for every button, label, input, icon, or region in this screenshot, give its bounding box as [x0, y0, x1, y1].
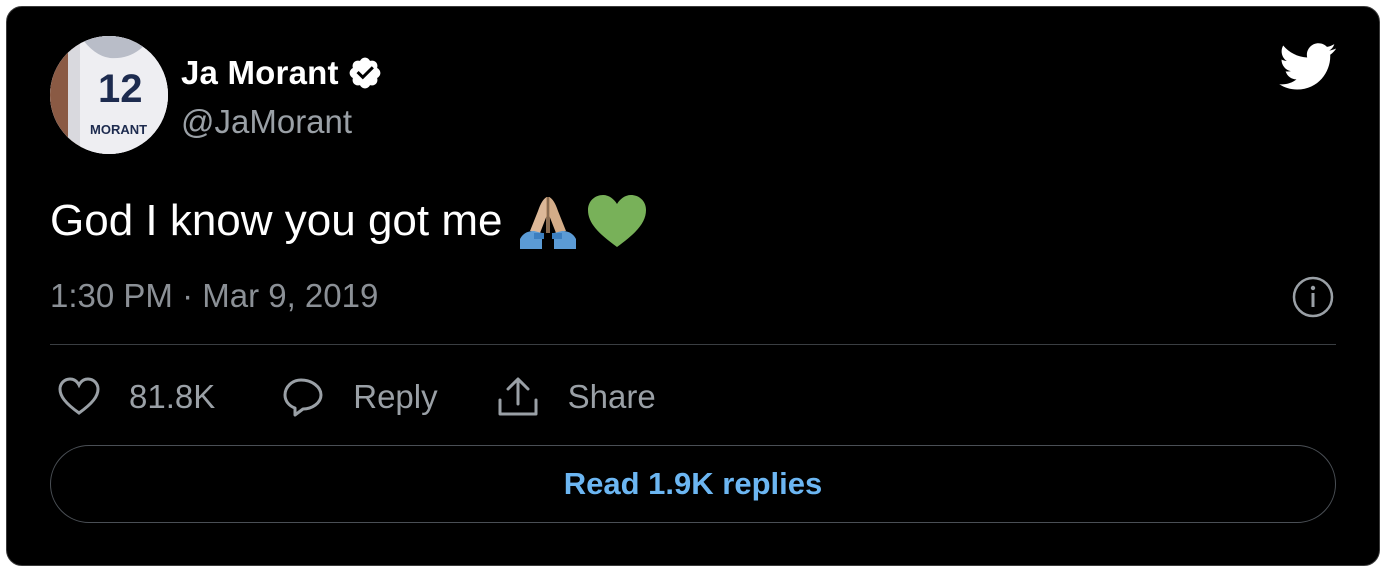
share-button[interactable]: Share: [496, 376, 656, 418]
share-label: Share: [567, 378, 656, 415]
reply-label: Reply: [353, 378, 438, 415]
read-replies-label: Read 1.9K replies: [563, 466, 823, 501]
display-name[interactable]: Ja Morant: [181, 54, 339, 92]
green-heart-emoji: [588, 195, 647, 247]
heart-icon: [58, 377, 100, 415]
read-replies-button[interactable]: Read 1.9K replies: [50, 445, 1336, 523]
tweet-text: God I know you got me: [50, 196, 503, 245]
info-icon[interactable]: [1291, 275, 1335, 319]
like-button[interactable]: 81.8K: [57, 377, 215, 417]
twitter-bird-icon[interactable]: [1279, 43, 1337, 91]
author-handle[interactable]: @JaMorant: [181, 103, 352, 141]
jersey-name: MORANT: [90, 122, 147, 137]
reply-button[interactable]: Reply: [281, 377, 438, 417]
tweet-card: 12 MORANT Ja Morant @JaMorant God I know…: [6, 6, 1380, 566]
jersey-number: 12: [98, 67, 143, 111]
like-count: 81.8K: [129, 378, 216, 415]
share-icon: [498, 377, 538, 416]
author-name-row: Ja Morant: [181, 51, 383, 95]
tweet-text-row: God I know you got me: [50, 193, 648, 249]
tweet-timestamp[interactable]: 1:30 PM · Mar 9, 2019: [50, 277, 378, 315]
avatar[interactable]: 12 MORANT: [50, 36, 168, 154]
folded-hands-emoji: [520, 197, 577, 249]
tweet-actions: 81.8K Reply Share: [57, 369, 656, 425]
reply-icon: [283, 378, 323, 417]
divider: [50, 344, 1336, 345]
avatar-image: 12 MORANT: [50, 36, 168, 154]
verified-badge-icon: [349, 57, 381, 89]
